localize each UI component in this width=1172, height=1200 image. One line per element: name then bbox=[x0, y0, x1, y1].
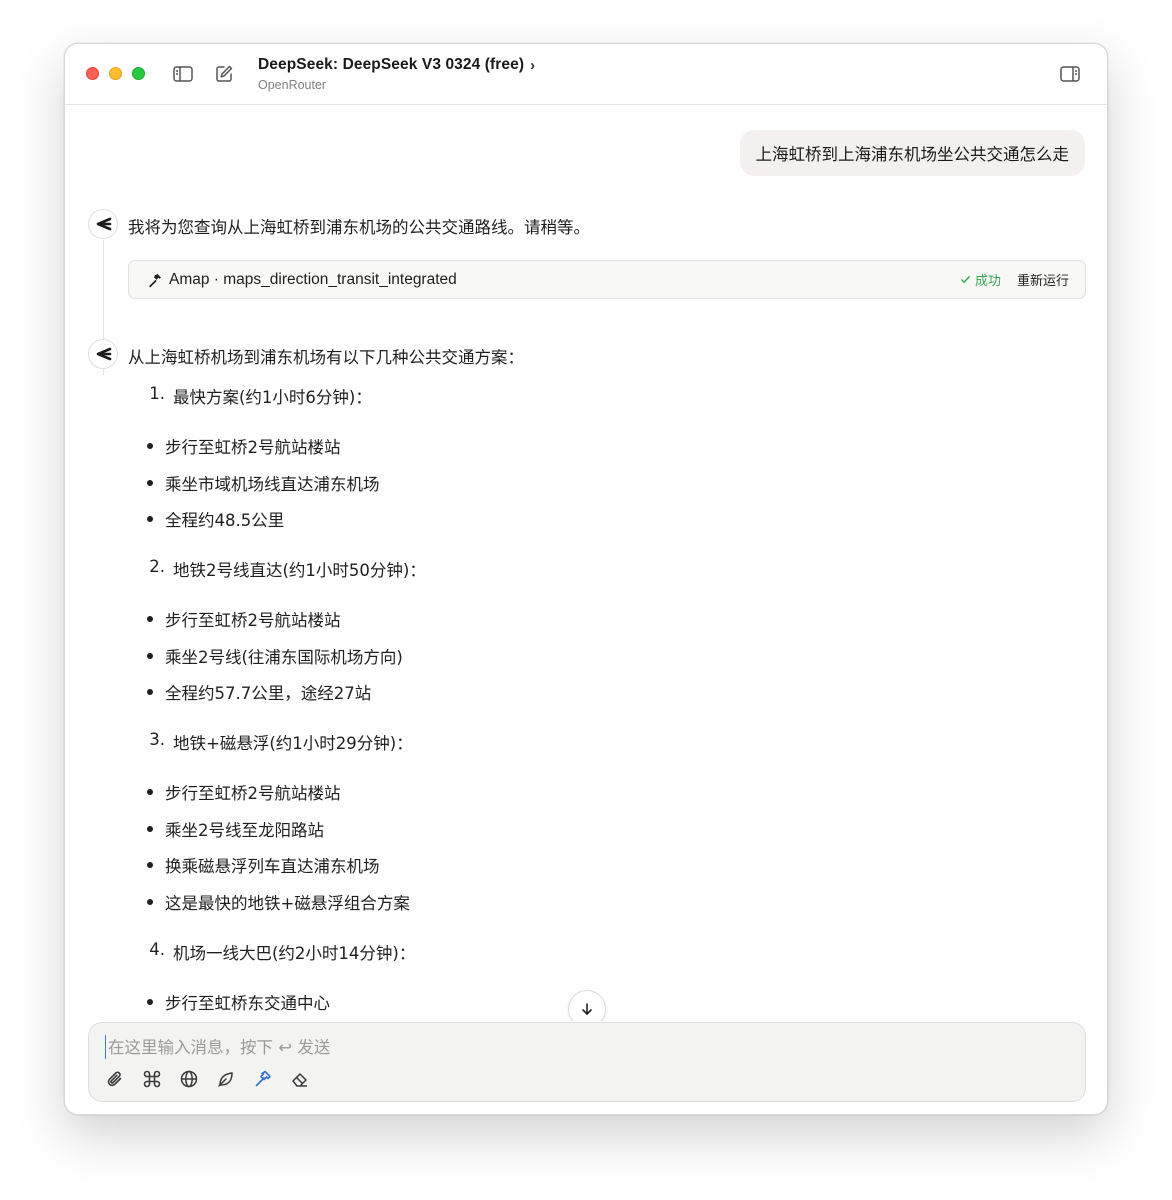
list-item: 步行至虹桥2号航站楼站 bbox=[139, 434, 1039, 471]
model-title-text: DeepSeek: DeepSeek V3 0324 (free) bbox=[258, 56, 525, 73]
chat-title-block[interactable]: DeepSeek: DeepSeek V3 0324 (free) › Open… bbox=[258, 56, 535, 92]
zoom-window-button[interactable] bbox=[132, 67, 145, 80]
hammer-icon[interactable] bbox=[253, 1069, 273, 1089]
plan-number: 3. bbox=[149, 730, 165, 749]
list-item: 步行至虹桥2号航站楼站 bbox=[139, 780, 1039, 817]
list-item: 乘坐市域机场线直达浦东机场 bbox=[139, 471, 1039, 508]
plan-number: 2. bbox=[149, 557, 165, 576]
scroll-to-bottom-button[interactable] bbox=[568, 990, 606, 1021]
message-input[interactable] bbox=[105, 1035, 1065, 1059]
right-panel-toggle-icon[interactable] bbox=[1059, 63, 1081, 85]
list-item: 换乘磁悬浮列车直达浦东机场 bbox=[139, 853, 1039, 890]
plan-title: 地铁2号线直达(约1小时50分钟)： bbox=[173, 561, 426, 580]
eraser-icon[interactable] bbox=[290, 1069, 310, 1089]
chat-area[interactable]: 上海虹桥到上海浦东机场坐公共交通怎么走 我将为您查询从上海虹桥到浦东机场的公共交… bbox=[65, 106, 1107, 1021]
sidebar-toggle-icon[interactable] bbox=[172, 63, 194, 85]
chevron-right-icon: › bbox=[530, 56, 536, 74]
check-icon bbox=[961, 276, 970, 283]
minimize-window-button[interactable] bbox=[109, 67, 122, 80]
plan-item: 1. 最快方案(约1小时6分钟)： bbox=[139, 384, 1039, 434]
list-item: 这是最快的地铁+磁悬浮组合方案 bbox=[139, 890, 1039, 927]
new-chat-icon[interactable] bbox=[213, 63, 235, 85]
tool-status: 成功 bbox=[960, 270, 1001, 289]
app-window: DeepSeek: DeepSeek V3 0324 (free) › Open… bbox=[64, 43, 1108, 1115]
plan-number: 1. bbox=[149, 384, 165, 403]
plan-title: 地铁+磁悬浮(约1小时29分钟)： bbox=[173, 734, 413, 753]
paperclip-icon[interactable] bbox=[105, 1069, 125, 1089]
tool-status-text: 成功 bbox=[974, 274, 1001, 289]
message-composer bbox=[88, 1022, 1086, 1102]
answer-body: 1. 最快方案(约1小时6分钟)： 步行至虹桥2号航站楼站 乘坐市域机场线直达浦… bbox=[139, 384, 1039, 1021]
plan-title: 机场一线大巴(约2小时14分钟)： bbox=[173, 943, 416, 963]
provider-subtitle: OpenRouter bbox=[258, 78, 327, 92]
plan-item: 2. 地铁2号线直达(约1小时50分钟)： bbox=[139, 557, 1039, 607]
arrow-down-icon bbox=[582, 1003, 592, 1015]
plan-item: 4. 机场一线大巴(约2小时14分钟)： bbox=[139, 940, 1039, 990]
list-item: 乘坐2号线至龙阳路站 bbox=[139, 817, 1039, 854]
close-window-button[interactable] bbox=[86, 67, 99, 80]
hammer-icon bbox=[147, 272, 163, 288]
list-item: 乘坐2号线(往浦东国际机场方向) bbox=[139, 644, 1039, 681]
deepseek-avatar bbox=[88, 339, 118, 369]
answer-intro-text: 从上海虹桥机场到浦东机场有以下几种公共交通方案： bbox=[128, 348, 524, 367]
plan-item: 3. 地铁+磁悬浮(约1小时29分钟)： bbox=[139, 730, 1039, 780]
title-bar: DeepSeek: DeepSeek V3 0324 (free) › Open… bbox=[65, 44, 1107, 105]
list-item: 全程约57.7公里，途经27站 bbox=[139, 680, 1039, 717]
globe-icon[interactable] bbox=[179, 1069, 199, 1089]
tool-name: Amap · maps_direction_transit_integrated bbox=[169, 270, 457, 288]
user-message-bubble: 上海虹桥到上海浦东机场坐公共交通怎么走 bbox=[739, 130, 1085, 176]
list-item: 步行至虹桥2号航站楼站 bbox=[139, 607, 1039, 644]
rerun-button[interactable]: 重新运行 bbox=[1017, 270, 1069, 289]
plan-number: 4. bbox=[149, 939, 165, 959]
model-title[interactable]: DeepSeek: DeepSeek V3 0324 (free) › bbox=[258, 56, 535, 74]
composer-toolbar bbox=[105, 1069, 310, 1089]
plan-title: 最快方案(约1小时6分钟)： bbox=[173, 388, 372, 407]
command-icon[interactable] bbox=[142, 1069, 162, 1089]
assistant-intro-text: 我将为您查询从上海虹桥到浦东机场的公共交通路线。请稍等。 bbox=[128, 218, 590, 237]
tool-call-card[interactable]: Amap · maps_direction_transit_integrated… bbox=[128, 260, 1086, 299]
deepseek-avatar bbox=[88, 209, 118, 239]
leaf-icon[interactable] bbox=[216, 1069, 236, 1089]
list-item: 全程约48.5公里 bbox=[139, 507, 1039, 544]
